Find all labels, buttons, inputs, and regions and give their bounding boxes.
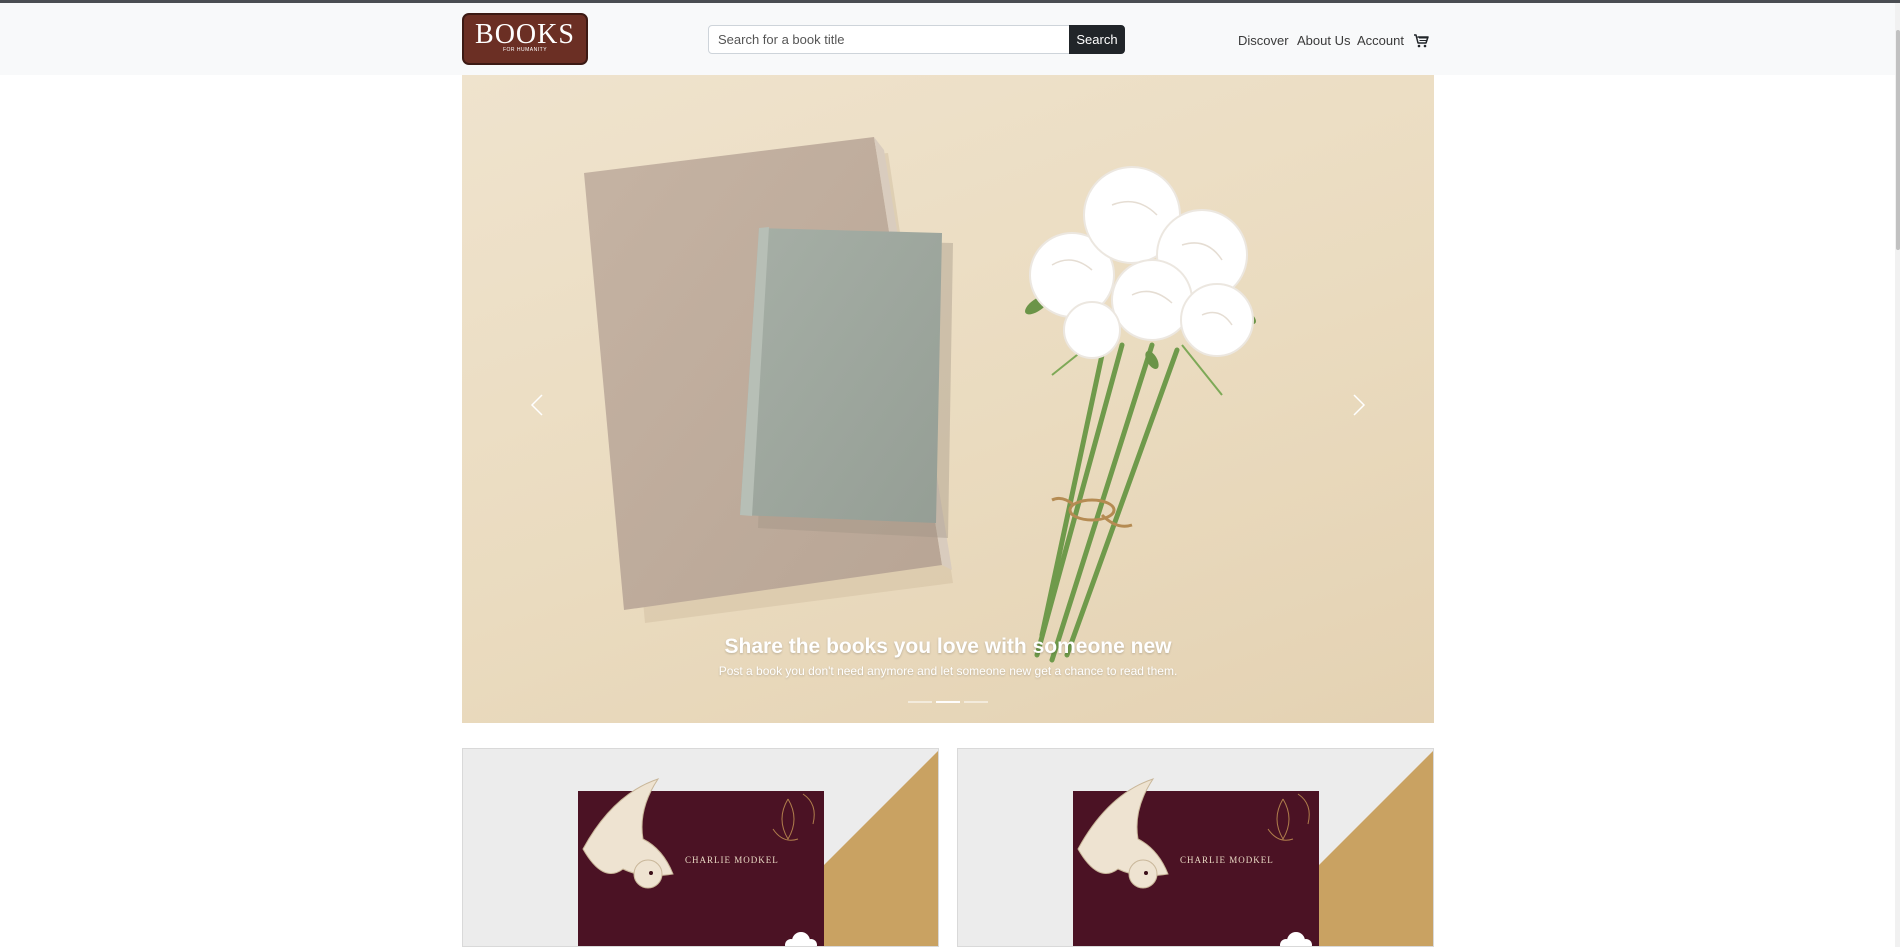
carousel-next-chevron-right-icon[interactable] — [1344, 385, 1374, 425]
carousel-indicator-3[interactable] — [964, 701, 988, 703]
book-card-2[interactable]: CHARLIE MODKEL — [957, 748, 1434, 947]
cart-icon[interactable] — [1413, 33, 1429, 49]
search-input[interactable] — [708, 25, 1070, 54]
book-author: CHARLIE MODKEL — [1180, 855, 1274, 865]
carousel-caption: Share the books you love with someone ne… — [462, 633, 1434, 678]
carousel-slide-image — [584, 137, 1256, 663]
page-scrollbar-thumb[interactable] — [1896, 30, 1900, 250]
book-cover-image — [1073, 751, 1433, 946]
hero-carousel[interactable]: Share the books you love with someone ne… — [462, 75, 1434, 723]
top-navbar: BOOKS FOR HUMANITY Search Discover About… — [0, 3, 1900, 75]
carousel-indicators — [462, 701, 1434, 703]
carousel-indicator-2[interactable] — [936, 701, 960, 703]
nav-link-account[interactable]: Account — [1357, 33, 1404, 48]
book-author: CHARLIE MODKEL — [685, 855, 779, 865]
carousel-prev-chevron-left-icon[interactable] — [522, 385, 552, 425]
search-button[interactable]: Search — [1069, 25, 1125, 54]
carousel-indicator-1[interactable] — [908, 701, 932, 703]
book-cover-image — [578, 751, 938, 946]
site-logo[interactable]: BOOKS FOR HUMANITY — [462, 13, 588, 65]
logo-text: BOOKS — [475, 19, 575, 50]
book-card-1[interactable]: CHARLIE MODKEL — [462, 748, 939, 947]
carousel-title: Share the books you love with someone ne… — [724, 635, 1172, 658]
carousel-subtitle: Post a book you don't need anymore and l… — [718, 664, 1178, 678]
nav-link-about-us[interactable]: About Us — [1297, 33, 1350, 48]
nav-link-discover[interactable]: Discover — [1238, 33, 1289, 48]
